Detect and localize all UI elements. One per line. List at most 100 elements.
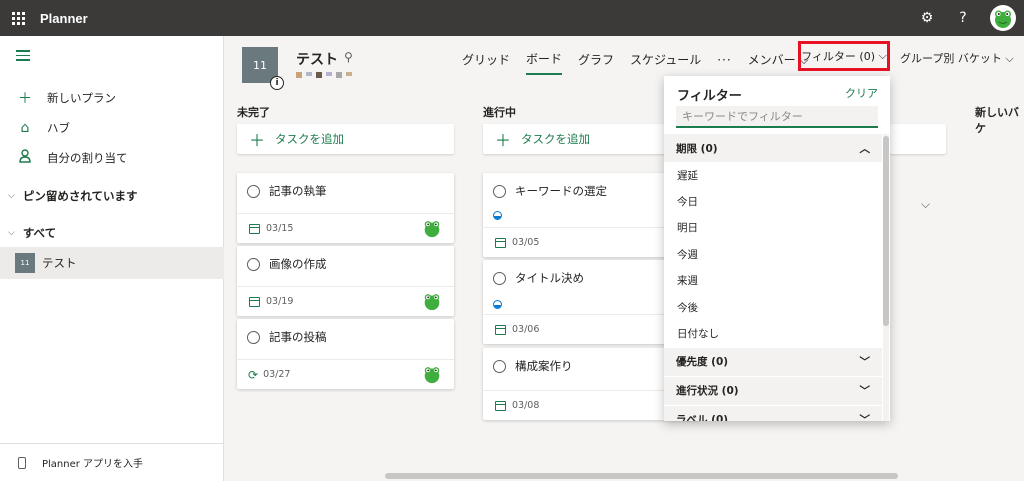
get-app-link[interactable]: Planner アプリを入手 xyxy=(0,443,224,481)
page-title: テスト xyxy=(296,52,338,68)
filter-group-label: 優先度 (0) xyxy=(676,356,729,369)
task-title: 記事の執筆 xyxy=(269,184,327,198)
gear-icon[interactable]: ⚙ xyxy=(918,10,936,26)
task-title: 画像の作成 xyxy=(269,257,327,271)
chevron-down-icon[interactable]: ⌵ xyxy=(921,197,930,212)
members-label: メンバー xyxy=(747,53,796,67)
tab-grid[interactable]: グリッド xyxy=(462,51,510,74)
avatar[interactable] xyxy=(990,5,1016,31)
in-progress-icon xyxy=(493,211,502,220)
calendar-icon xyxy=(249,223,260,234)
filter-option-today[interactable]: 今日 xyxy=(664,188,882,214)
complete-checkbox[interactable] xyxy=(247,184,260,198)
section-pinned[interactable]: ⌵ ピン留めされています xyxy=(0,182,224,210)
task-title: 構成案作り xyxy=(515,359,573,373)
filter-group-labels[interactable]: ラベル (0) ﹀ xyxy=(664,405,882,421)
complete-checkbox[interactable] xyxy=(493,184,506,198)
plus-icon: ＋ xyxy=(249,131,266,150)
filter-panel-title: フィルター xyxy=(677,89,742,104)
chevron-down-icon: ⌵ xyxy=(8,191,15,201)
get-app-label: Planner アプリを入手 xyxy=(42,459,144,470)
tab-chart[interactable]: グラフ xyxy=(578,51,614,74)
filter-group-due[interactable]: 期限 (0) ︿ xyxy=(664,134,882,162)
due-date: 03/05 xyxy=(512,237,540,248)
add-task-label: タスクを追加 xyxy=(275,132,345,146)
section-all[interactable]: ⌵ すべて xyxy=(0,219,224,247)
filter-group-label: 進行状況 (0) xyxy=(676,385,739,398)
due-date: 03/15 xyxy=(266,223,294,234)
filter-option-future[interactable]: 今後 xyxy=(664,294,882,320)
add-task-button[interactable]: ＋ タスクを追加 xyxy=(237,124,454,154)
chevron-down-icon: ﹀ xyxy=(859,385,871,398)
view-tabs: グリッド ボード グラフ スケジュール ··· メンバー ⌵ xyxy=(462,50,809,75)
tab-schedule[interactable]: スケジュール xyxy=(630,51,701,74)
bucket-title[interactable]: 進行中 xyxy=(483,104,516,120)
due-date: 03/08 xyxy=(512,400,540,411)
filter-group-priority[interactable]: 優先度 (0) ﹀ xyxy=(664,347,882,376)
filter-scrollbar-thumb[interactable] xyxy=(883,136,889,326)
filter-group-label: 期限 (0) xyxy=(676,142,718,155)
plan-badge: 11 xyxy=(15,253,35,273)
help-icon[interactable]: ? xyxy=(954,10,972,26)
complete-checkbox[interactable] xyxy=(247,257,260,271)
add-task-label: タスクを追加 xyxy=(521,132,591,146)
bucket-title[interactable]: 未完了 xyxy=(237,104,270,120)
filter-button[interactable]: フィルター (0) ⌵ xyxy=(798,41,890,71)
section-label: ピン留めされています xyxy=(22,189,138,203)
pin-icon[interactable]: ⚲ xyxy=(344,50,353,64)
sidebar-item-hub[interactable]: ⌂ ハブ xyxy=(0,113,224,143)
task-card[interactable]: 画像の作成 03/19 xyxy=(237,246,454,316)
complete-checkbox[interactable] xyxy=(247,330,260,344)
phone-icon xyxy=(18,456,26,469)
group-by-button[interactable]: グループ別 バケット ⌵ xyxy=(900,50,1014,66)
calendar-icon xyxy=(495,324,506,335)
tab-board[interactable]: ボード xyxy=(526,50,563,75)
filter-search-input[interactable] xyxy=(676,106,878,128)
complete-checkbox[interactable] xyxy=(493,271,506,285)
info-icon[interactable]: i xyxy=(270,76,284,90)
repeat-icon: ⟳ xyxy=(248,367,259,382)
in-progress-icon xyxy=(493,300,502,309)
sidebar-item-my-tasks[interactable]: 自分の割り当て xyxy=(0,143,224,173)
sidebar: ＋ 新しいプラン ⌂ ハブ 自分の割り当て ⌵ ピン留めされています ⌵ すべて… xyxy=(0,36,224,481)
complete-checkbox[interactable] xyxy=(493,359,506,373)
calendar-icon xyxy=(495,400,506,411)
filter-option-next-week[interactable]: 来週 xyxy=(664,268,882,294)
sidebar-item-label: 自分の割り当て xyxy=(47,151,128,165)
chevron-down-icon: ﹀ xyxy=(859,356,871,369)
filter-group-label: ラベル (0) xyxy=(676,414,729,421)
chevron-down-icon: ⌵ xyxy=(878,49,887,62)
task-card[interactable]: 記事の投稿 ⟳ 03/27 xyxy=(237,319,454,389)
person-icon xyxy=(16,149,34,167)
sidebar-item-plan[interactable]: 11 テスト xyxy=(0,247,224,279)
task-card[interactable]: 記事の執筆 03/15 xyxy=(237,173,454,243)
sidebar-item-label: ハブ xyxy=(47,121,70,135)
blurred-members xyxy=(296,72,352,78)
board-horizontal-scrollbar[interactable] xyxy=(385,473,898,479)
more-icon[interactable]: ··· xyxy=(717,53,731,67)
task-title: キーワードの選定 xyxy=(515,184,607,198)
sidebar-item-new-plan[interactable]: ＋ 新しいプラン xyxy=(0,83,224,113)
filter-group-progress[interactable]: 進行状況 (0) ﹀ xyxy=(664,376,882,405)
chevron-up-icon: ︿ xyxy=(859,142,871,155)
hamburger-icon[interactable] xyxy=(16,50,30,64)
filter-option-tomorrow[interactable]: 明日 xyxy=(664,215,882,241)
assignee-avatar[interactable] xyxy=(422,291,442,311)
group-label: グループ別 バケット xyxy=(900,52,1002,65)
section-label: すべて xyxy=(22,226,57,240)
due-date: 03/06 xyxy=(512,324,540,335)
app-launcher-button[interactable] xyxy=(0,0,36,36)
filter-option-no-date[interactable]: 日付なし xyxy=(664,320,882,346)
calendar-icon xyxy=(495,237,506,248)
app-name: Planner xyxy=(40,10,88,26)
clear-filter-link[interactable]: クリア xyxy=(845,85,878,101)
bucket-title[interactable]: 新しいバケ xyxy=(975,104,1024,136)
filter-option-overdue[interactable]: 遅延 xyxy=(664,162,882,188)
chevron-down-icon: ⌵ xyxy=(1005,52,1014,65)
task-title: 記事の投稿 xyxy=(269,330,327,344)
assignee-avatar[interactable] xyxy=(422,364,442,384)
assignee-avatar[interactable] xyxy=(422,218,442,238)
add-task-button[interactable] xyxy=(890,124,946,154)
frog-icon xyxy=(995,10,1011,28)
filter-option-this-week[interactable]: 今週 xyxy=(664,241,882,267)
